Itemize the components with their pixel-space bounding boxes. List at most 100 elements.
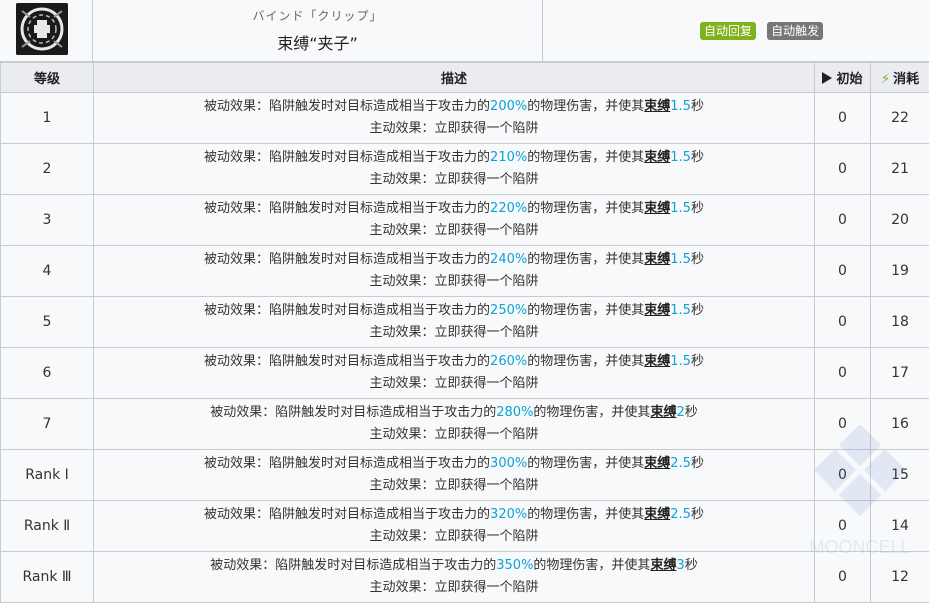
damage-percent: 280% (496, 405, 534, 420)
level-cell: 2 (0, 143, 94, 195)
description-cell: 被动效果：陷阱触发时对目标造成相当于攻击力的320%的物理伤害，并使其束缚2.5… (93, 500, 815, 552)
level-cell: 6 (0, 347, 94, 399)
table-row: Rank Ⅰ 被动效果：陷阱触发时对目标造成相当于攻击力的300%的物理伤害，并使… (0, 449, 929, 501)
description-cell: 被动效果：陷阱触发时对目标造成相当于攻击力的260%的物理伤害，并使其束缚1.5… (93, 347, 815, 399)
passive-text-2: 的物理伤害，并使其 (527, 252, 645, 267)
bind-duration: 1.5 (670, 252, 691, 267)
description-cell: 被动效果：陷阱触发时对目标造成相当于攻击力的210%的物理伤害，并使其束缚1.5… (93, 143, 815, 195)
initial-sp-cell: 0 (814, 245, 871, 297)
bind-duration: 2.5 (670, 456, 691, 471)
passive-effect: 被动效果：陷阱触发时对目标造成相当于攻击力的320%的物理伤害，并使其束缚2.5… (94, 504, 814, 526)
sp-cost-cell: 16 (870, 398, 929, 450)
table-row: 7 被动效果：陷阱触发时对目标造成相当于攻击力的280%的物理伤害，并使其束缚2秒… (0, 398, 929, 450)
sp-cost-cell: 12 (870, 551, 929, 603)
description-cell: 被动效果：陷阱触发时对目标造成相当于攻击力的200%的物理伤害，并使其束缚1.5… (93, 92, 815, 144)
bind-keyword-link[interactable]: 束缚 (644, 456, 670, 471)
duration-unit: 秒 (690, 99, 704, 114)
bind-keyword-link[interactable]: 束缚 (650, 558, 676, 573)
header-level: 等级 (0, 62, 94, 93)
bind-duration: 1.5 (670, 99, 691, 114)
trap-clip-icon[interactable] (16, 3, 68, 55)
description-cell: 被动效果：陷阱触发时对目标造成相当于攻击力的220%的物理伤害，并使其束缚1.5… (93, 194, 815, 246)
passive-text-2: 的物理伤害，并使其 (527, 150, 645, 165)
initial-sp-cell: 0 (814, 500, 871, 552)
damage-percent: 320% (490, 507, 528, 522)
sp-cost-cell: 15 (870, 449, 929, 501)
initial-sp-cell: 0 (814, 449, 871, 501)
sp-cost-cell: 19 (870, 245, 929, 297)
header-init-label: 初始 (836, 72, 863, 87)
damage-percent: 260% (490, 354, 528, 369)
level-cell: Rank Ⅱ (0, 500, 94, 552)
damage-percent: 200% (490, 99, 528, 114)
table-row: Rank Ⅱ 被动效果：陷阱触发时对目标造成相当于攻击力的320%的物理伤害，并使… (0, 500, 929, 552)
trigger-type-badge: 自动触发 (767, 22, 824, 40)
active-effect: 主动效果：立即获得一个陷阱 (369, 427, 539, 442)
table-row: 5 被动效果：陷阱触发时对目标造成相当于攻击力的250%的物理伤害，并使其束缚1.… (0, 296, 929, 348)
skill-header: バインド「クリップ」 束缚“夹子” 自动回复 自动触发 (0, 0, 929, 62)
description-cell: 被动效果：陷阱触发时对目标造成相当于攻击力的300%的物理伤害，并使其束缚2.5… (93, 449, 815, 501)
description-cell: 被动效果：陷阱触发时对目标造成相当于攻击力的350%的物理伤害，并使其束缚3秒主… (93, 551, 815, 603)
active-effect: 主动效果：立即获得一个陷阱 (369, 580, 539, 595)
duration-unit: 秒 (690, 201, 704, 216)
initial-sp-cell: 0 (814, 551, 871, 603)
damage-percent: 350% (496, 558, 534, 573)
active-effect: 主动效果：立即获得一个陷阱 (369, 325, 539, 340)
sp-cost-cell: 20 (870, 194, 929, 246)
header-init: 初始 (814, 62, 871, 93)
bind-keyword-link[interactable]: 束缚 (650, 405, 676, 420)
damage-percent: 240% (490, 252, 528, 267)
active-effect: 主动效果：立即获得一个陷阱 (369, 274, 539, 289)
passive-text-2: 的物理伤害，并使其 (533, 558, 651, 573)
skill-subtitle: バインド「クリップ」 (252, 9, 383, 23)
passive-text: 被动效果：陷阱触发时对目标造成相当于攻击力的 (204, 456, 491, 471)
passive-text: 被动效果：陷阱触发时对目标造成相当于攻击力的 (210, 405, 497, 420)
recovery-type-badge: 自动回复 (700, 22, 757, 40)
description-cell: 被动效果：陷阱触发时对目标造成相当于攻击力的240%的物理伤害，并使其束缚1.5… (93, 245, 815, 297)
duration-unit: 秒 (690, 150, 704, 165)
initial-sp-cell: 0 (814, 398, 871, 450)
active-effect: 主动效果：立即获得一个陷阱 (369, 376, 539, 391)
skill-name: 束缚“夹子” (277, 34, 358, 53)
bind-duration: 2 (676, 405, 685, 420)
passive-text: 被动效果：陷阱触发时对目标造成相当于攻击力的 (204, 507, 491, 522)
damage-percent: 220% (490, 201, 528, 216)
passive-text: 被动效果：陷阱触发时对目标造成相当于攻击力的 (204, 354, 491, 369)
passive-text: 被动效果：陷阱触发时对目标造成相当于攻击力的 (204, 150, 491, 165)
passive-effect: 被动效果：陷阱触发时对目标造成相当于攻击力的350%的物理伤害，并使其束缚3秒 (94, 555, 814, 577)
passive-text: 被动效果：陷阱触发时对目标造成相当于攻击力的 (204, 201, 491, 216)
sp-cost-cell: 17 (870, 347, 929, 399)
duration-unit: 秒 (690, 303, 704, 318)
table-header-row: 等级 描述 初始 ⚡ 消耗 (0, 62, 929, 93)
bind-keyword-link[interactable]: 束缚 (644, 99, 670, 114)
bind-duration: 1.5 (670, 303, 691, 318)
bind-keyword-link[interactable]: 束缚 (644, 354, 670, 369)
duration-unit: 秒 (690, 456, 704, 471)
bind-keyword-link[interactable]: 束缚 (644, 201, 670, 216)
bind-keyword-link[interactable]: 束缚 (644, 252, 670, 267)
passive-text-2: 的物理伤害，并使其 (527, 201, 645, 216)
initial-sp-cell: 0 (814, 194, 871, 246)
bind-keyword-link[interactable]: 束缚 (644, 303, 670, 318)
bind-keyword-link[interactable]: 束缚 (644, 150, 670, 165)
level-cell: 3 (0, 194, 94, 246)
initial-sp-cell: 0 (814, 296, 871, 348)
passive-effect: 被动效果：陷阱触发时对目标造成相当于攻击力的280%的物理伤害，并使其束缚2秒 (94, 402, 814, 424)
passive-text-2: 的物理伤害，并使其 (527, 354, 645, 369)
bind-keyword-link[interactable]: 束缚 (644, 507, 670, 522)
level-cell: 4 (0, 245, 94, 297)
table-row: 1 被动效果：陷阱触发时对目标造成相当于攻击力的200%的物理伤害，并使其束缚1.… (0, 92, 929, 144)
passive-text-2: 的物理伤害，并使其 (527, 99, 645, 114)
passive-effect: 被动效果：陷阱触发时对目标造成相当于攻击力的260%的物理伤害，并使其束缚1.5… (94, 351, 814, 373)
bind-duration: 3 (676, 558, 685, 573)
active-effect: 主动效果：立即获得一个陷阱 (369, 478, 539, 493)
initial-sp-cell: 0 (814, 92, 871, 144)
header-desc: 描述 (93, 62, 815, 93)
skill-name-cell: バインド「クリップ」 束缚“夹子” (93, 0, 543, 62)
duration-unit: 秒 (684, 558, 698, 573)
damage-percent: 210% (490, 150, 528, 165)
active-effect: 主动效果：立即获得一个陷阱 (369, 121, 539, 136)
duration-unit: 秒 (690, 507, 704, 522)
passive-effect: 被动效果：陷阱触发时对目标造成相当于攻击力的240%的物理伤害，并使其束缚1.5… (94, 249, 814, 271)
skill-tags: 自动回复 自动触发 (700, 20, 829, 40)
